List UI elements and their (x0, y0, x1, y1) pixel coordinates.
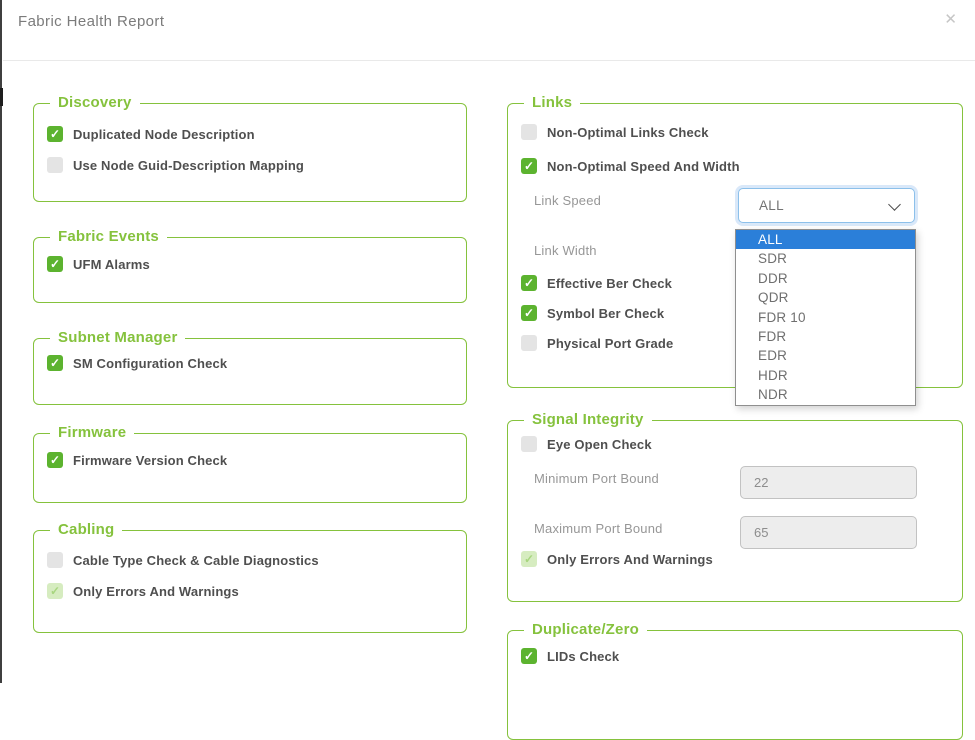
signal-integrity-only-errors-and-warnings-checkbox[interactable]: ✓ (521, 551, 537, 567)
maximum-port-bound-label: Maximum Port Bound (534, 521, 663, 536)
header-divider (3, 60, 975, 61)
checkbox-label: UFM Alarms (73, 257, 150, 272)
checkbox-label: LIDs Check (547, 649, 619, 664)
checkbox-label: Eye Open Check (547, 437, 652, 452)
check-icon: ✓ (524, 553, 534, 565)
checkbox-row: Cable Type Check & Cable Diagnostics (47, 552, 319, 568)
checkbox-row: Use Node Guid-Description Mapping (47, 157, 304, 173)
link-speed-option-hdr[interactable]: HDR (736, 366, 915, 385)
check-icon: ✓ (524, 307, 534, 319)
chevron-down-icon (888, 198, 901, 211)
checkbox-row: ✓ LIDs Check (521, 648, 619, 664)
link-speed-option-edr[interactable]: EDR (736, 346, 915, 365)
checkbox-label: Only Errors And Warnings (547, 552, 713, 567)
link-speed-select[interactable]: ALL (738, 188, 915, 223)
link-speed-label: Link Speed (534, 193, 601, 208)
check-icon: ✓ (50, 585, 60, 597)
section-links-legend: Links (524, 94, 580, 111)
link-width-label: Link Width (534, 243, 597, 258)
link-speed-option-sdr[interactable]: SDR (736, 249, 915, 268)
firmware-version-check-checkbox[interactable]: ✓ (47, 452, 63, 468)
section-subnet-manager-legend: Subnet Manager (50, 329, 185, 346)
lids-check-checkbox[interactable]: ✓ (521, 648, 537, 664)
minimum-port-bound-input[interactable] (740, 466, 917, 499)
close-icon[interactable]: ✕ (944, 12, 957, 27)
dialog-title: Fabric Health Report (18, 13, 164, 30)
checkbox-row: Eye Open Check (521, 436, 652, 452)
sm-configuration-check-checkbox[interactable]: ✓ (47, 355, 63, 371)
checkbox-label: Effective Ber Check (547, 276, 672, 291)
checkbox-label: Physical Port Grade (547, 336, 673, 351)
section-subnet-manager: Subnet Manager ✓ SM Configuration Check (33, 338, 467, 405)
checkbox-row: Non-Optimal Links Check (521, 124, 709, 140)
maximum-port-bound-input[interactable] (740, 516, 917, 549)
duplicated-node-description-checkbox[interactable]: ✓ (47, 126, 63, 142)
checkbox-row: ✓ UFM Alarms (47, 256, 150, 272)
checkbox-label: Symbol Ber Check (547, 306, 664, 321)
section-signal-integrity: Signal Integrity Eye Open Check Minimum … (507, 420, 963, 602)
checkbox-label: Duplicated Node Description (73, 127, 255, 142)
checkbox-label: Non-Optimal Links Check (547, 125, 709, 140)
eye-open-check-checkbox[interactable] (521, 436, 537, 452)
non-optimal-links-check-checkbox[interactable] (521, 124, 537, 140)
section-signal-integrity-legend: Signal Integrity (524, 411, 652, 428)
crop-edge-notch (0, 88, 3, 106)
checkbox-label: SM Configuration Check (73, 356, 227, 371)
link-speed-option-fdr[interactable]: FDR (736, 327, 915, 346)
checkbox-label: Cable Type Check & Cable Diagnostics (73, 553, 319, 568)
link-speed-dropdown-list: ALL SDR DDR QDR FDR 10 FDR EDR HDR NDR (735, 229, 916, 406)
check-icon: ✓ (524, 277, 534, 289)
section-duplicate-zero-legend: Duplicate/Zero (524, 621, 647, 638)
link-speed-value: ALL (759, 198, 784, 213)
use-node-guid-description-mapping-checkbox[interactable] (47, 157, 63, 173)
minimum-port-bound-label: Minimum Port Bound (534, 471, 659, 486)
effective-ber-check-checkbox[interactable]: ✓ (521, 275, 537, 291)
checkbox-row: Physical Port Grade (521, 335, 673, 351)
check-icon: ✓ (50, 128, 60, 140)
checkbox-row: ✓ Only Errors And Warnings (521, 551, 713, 567)
checkbox-label: Non-Optimal Speed And Width (547, 159, 740, 174)
check-icon: ✓ (524, 160, 534, 172)
check-icon: ✓ (50, 454, 60, 466)
fabric-health-report-dialog: { "window": { "title": "Fabric Health Re… (0, 0, 975, 683)
section-discovery: Discovery ✓ Duplicated Node Description … (33, 103, 467, 202)
section-cabling-legend: Cabling (50, 521, 122, 538)
section-firmware: Firmware ✓ Firmware Version Check (33, 433, 467, 503)
checkbox-row: ✓ SM Configuration Check (47, 355, 227, 371)
link-speed-option-ddr[interactable]: DDR (736, 269, 915, 288)
section-fabric-events-legend: Fabric Events (50, 228, 167, 245)
section-cabling: Cabling Cable Type Check & Cable Diagnos… (33, 530, 467, 633)
cable-type-check-checkbox[interactable] (47, 552, 63, 568)
symbol-ber-check-checkbox[interactable]: ✓ (521, 305, 537, 321)
checkbox-row: ✓ Non-Optimal Speed And Width (521, 158, 740, 174)
link-speed-option-ndr[interactable]: NDR (736, 385, 915, 404)
link-speed-option-qdr[interactable]: QDR (736, 288, 915, 307)
checkbox-label: Use Node Guid-Description Mapping (73, 158, 304, 173)
section-fabric-events: Fabric Events ✓ UFM Alarms (33, 237, 467, 303)
checkbox-label: Only Errors And Warnings (73, 584, 239, 599)
non-optimal-speed-and-width-checkbox[interactable]: ✓ (521, 158, 537, 174)
section-discovery-legend: Discovery (50, 94, 140, 111)
section-firmware-legend: Firmware (50, 424, 134, 441)
checkbox-row: ✓ Firmware Version Check (47, 452, 227, 468)
ufm-alarms-checkbox[interactable]: ✓ (47, 256, 63, 272)
checkbox-label: Firmware Version Check (73, 453, 227, 468)
checkbox-row: ✓ Symbol Ber Check (521, 305, 664, 321)
checkbox-row: ✓ Duplicated Node Description (47, 126, 255, 142)
cabling-only-errors-and-warnings-checkbox[interactable]: ✓ (47, 583, 63, 599)
check-icon: ✓ (50, 258, 60, 270)
check-icon: ✓ (50, 357, 60, 369)
physical-port-grade-checkbox[interactable] (521, 335, 537, 351)
check-icon: ✓ (524, 650, 534, 662)
link-speed-option-fdr10[interactable]: FDR 10 (736, 308, 915, 327)
link-speed-option-all[interactable]: ALL (736, 230, 915, 249)
checkbox-row: ✓ Effective Ber Check (521, 275, 672, 291)
section-duplicate-zero: Duplicate/Zero ✓ LIDs Check (507, 630, 963, 740)
checkbox-row: ✓ Only Errors And Warnings (47, 583, 239, 599)
